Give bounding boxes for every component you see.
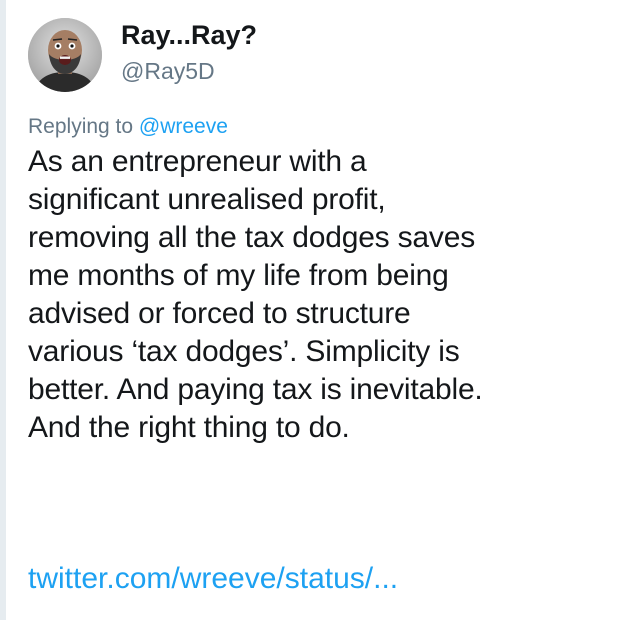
tweet-text-line: And the right thing to do.: [28, 411, 350, 444]
tweet-text-line: various ‘tax dodges’. Simplicity is: [28, 335, 460, 368]
author-display-name[interactable]: Ray...Ray?: [121, 20, 257, 51]
thread-line: [0, 0, 6, 620]
reply-context: Replying to @wreeve: [28, 115, 228, 139]
tweet-text-line: As an entrepreneur with a: [28, 145, 367, 178]
tweet-text-line: advised or forced to structure: [28, 297, 411, 330]
tweet-text-line: significant unrealised profit,: [28, 183, 386, 216]
tweet: Ray...Ray? @Ray5D Replying to @wreeve As…: [28, 0, 622, 620]
author-handle[interactable]: @Ray5D: [121, 58, 215, 85]
tweet-text-line: me months of my life from being: [28, 259, 449, 292]
tweet-link[interactable]: twitter.com/wreeve/status/...: [28, 560, 398, 598]
avatar[interactable]: [28, 18, 102, 92]
reply-prefix: Replying to: [28, 115, 139, 138]
tweet-text-line: removing all the tax dodges saves: [28, 221, 475, 254]
avatar-photo-icon: [28, 18, 102, 92]
reply-mention-link[interactable]: @wreeve: [139, 115, 228, 138]
tweet-text: As an entrepreneur with a significant un…: [28, 143, 618, 447]
tweet-text-line: better. And paying tax is inevitable.: [28, 373, 483, 406]
